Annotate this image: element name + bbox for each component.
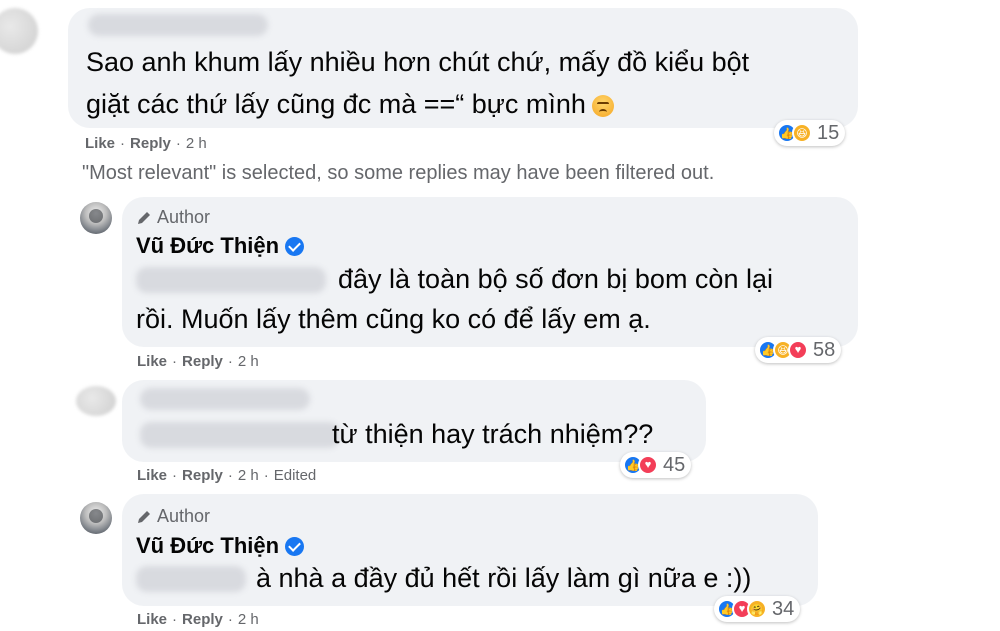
like-button[interactable]: Like xyxy=(137,353,167,370)
reply-button[interactable]: Reply xyxy=(182,467,223,484)
timestamp[interactable]: 2 h xyxy=(238,611,259,628)
reply-bubble: từ thiện hay trách nhiệm?? xyxy=(122,380,706,462)
separator-dot: · xyxy=(120,135,126,152)
comment-text-line: rồi. Muốn lấy thêm cũng ko có để lấy em … xyxy=(136,304,651,334)
reaction-count: 45 xyxy=(663,453,686,476)
timestamp[interactable]: 2 h xyxy=(238,353,259,370)
commenter-name[interactable]: Vũ Đức Thiện xyxy=(136,533,305,559)
blurred-tag xyxy=(136,566,246,592)
reply-button[interactable]: Reply xyxy=(182,611,223,628)
pencil-icon xyxy=(138,211,150,224)
separator-dot: · xyxy=(172,467,178,484)
love-icon: ♥ xyxy=(638,455,658,475)
reaction-summary[interactable]: 👍 ♥ 🤗 34 xyxy=(714,596,801,622)
author-badge-label: Author xyxy=(157,506,211,526)
reaction-summary[interactable]: 👍 ♥ 45 xyxy=(620,452,692,478)
reaction-count: 15 xyxy=(817,121,840,144)
reaction-summary[interactable]: 👍 😆 15 xyxy=(774,120,846,146)
separator-dot: · xyxy=(227,353,233,370)
author-badge-label: Author xyxy=(157,207,211,227)
comment-text-line: giặt các thứ lấy cũng đc mà ==“ bực mình xyxy=(86,84,614,125)
separator-dot: · xyxy=(172,353,178,370)
comment-actions: Like · Reply · 2 h xyxy=(137,611,259,628)
comment-actions: Like · Reply · 2 h xyxy=(85,135,207,152)
care-icon: 🤗 xyxy=(747,599,767,619)
reply-bubble: Author Vũ Đức Thiện đây là toàn bộ số đơ… xyxy=(122,197,858,347)
commenter-name-text[interactable]: Vũ Đức Thiện xyxy=(136,233,279,259)
separator-dot: · xyxy=(227,467,233,484)
author-avatar[interactable] xyxy=(80,502,112,534)
avatar[interactable] xyxy=(76,386,116,416)
timestamp[interactable]: 2 h xyxy=(186,135,207,152)
reply-button[interactable]: Reply xyxy=(130,135,171,152)
comment-actions: Like · Reply · 2 h xyxy=(137,353,259,370)
filter-notice: "Most relevant" is selected, so some rep… xyxy=(82,162,715,184)
verified-badge-icon xyxy=(285,236,305,256)
separator-dot: · xyxy=(172,611,178,628)
author-avatar[interactable] xyxy=(80,202,112,234)
blurred-username xyxy=(140,388,310,410)
separator-dot: · xyxy=(263,467,269,484)
timestamp[interactable]: 2 h xyxy=(238,467,259,484)
blurred-username xyxy=(88,14,268,36)
comment-text-span: giặt các thứ lấy cũng đc mà ==“ bực mình xyxy=(86,89,586,119)
author-badge: Author xyxy=(136,506,210,527)
like-button[interactable]: Like xyxy=(137,467,167,484)
blurred-tag xyxy=(136,267,326,293)
avatar[interactable] xyxy=(0,8,38,54)
reaction-count: 58 xyxy=(813,338,836,361)
author-badge: Author xyxy=(136,207,210,228)
commenter-name-text[interactable]: Vũ Đức Thiện xyxy=(136,533,279,559)
pencil-icon xyxy=(138,510,150,523)
angry-emoji-icon xyxy=(591,94,614,117)
separator-dot: · xyxy=(175,135,181,152)
comment-text-line: đây là toàn bộ số đơn bị bom còn lại xyxy=(338,264,773,294)
like-button[interactable]: Like xyxy=(137,611,167,628)
comment-text-line: Sao anh khum lấy nhiều hơn chút chứ, mấy… xyxy=(86,47,750,77)
love-icon: ♥ xyxy=(788,340,808,360)
reaction-count: 34 xyxy=(772,597,795,620)
comment-actions: Like · Reply · 2 h · Edited xyxy=(137,467,316,484)
verified-badge-icon xyxy=(285,536,305,556)
comment-text-line: từ thiện hay trách nhiệm?? xyxy=(332,419,654,449)
comment-text-line: à nhà a đầy đủ hết rồi lấy làm gì nữa e … xyxy=(256,563,752,593)
edited-label: Edited xyxy=(273,467,317,484)
haha-icon: 😆 xyxy=(792,123,812,143)
separator-dot: · xyxy=(227,611,233,628)
like-button[interactable]: Like xyxy=(85,135,115,152)
reply-button[interactable]: Reply xyxy=(182,353,223,370)
blurred-tag xyxy=(140,422,340,448)
reaction-summary[interactable]: 👍 😆 ♥ 58 xyxy=(755,337,842,363)
comment-bubble: Sao anh khum lấy nhiều hơn chút chứ, mấy… xyxy=(68,8,858,128)
commenter-name[interactable]: Vũ Đức Thiện xyxy=(136,233,305,259)
reply-bubble: Author Vũ Đức Thiện à nhà a đầy đủ hết r… xyxy=(122,494,818,606)
